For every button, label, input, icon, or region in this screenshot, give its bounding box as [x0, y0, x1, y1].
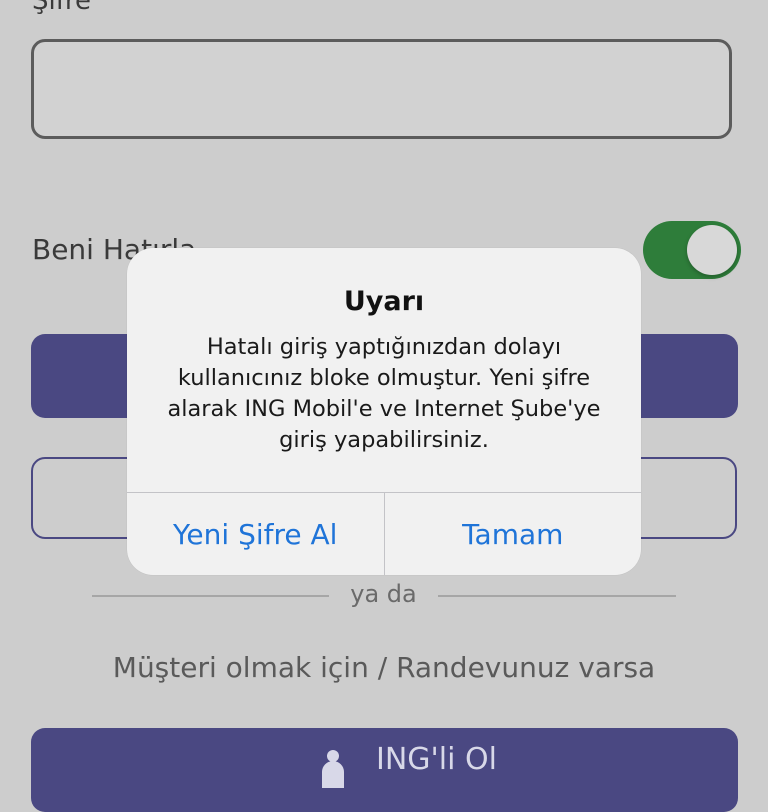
person-icon	[322, 750, 344, 788]
divider-text: ya da	[350, 580, 417, 608]
alert-dialog: Uyarı Hatalı giriş yaptığınızdan dolayı …	[127, 248, 641, 575]
alert-button-bar: Yeni Şifre Al Tamam	[127, 492, 641, 575]
toggle-knob	[687, 225, 737, 275]
alert-title: Uyarı	[343, 286, 425, 317]
alert-message: Hatalı giriş yaptığınızdan dolayı kullan…	[167, 334, 601, 453]
join-ing-button[interactable]: ING'li Ol	[31, 728, 738, 812]
password-label: Şifre	[32, 0, 91, 16]
join-ing-label: ING'li Ol	[376, 742, 497, 777]
password-input[interactable]	[31, 39, 732, 139]
become-customer-text[interactable]: Müşteri olmak için / Randevunuz varsa	[0, 651, 768, 684]
divider-line-right	[438, 595, 676, 597]
divider-line-left	[92, 595, 329, 597]
new-password-button[interactable]: Yeni Şifre Al	[127, 493, 384, 575]
ok-button[interactable]: Tamam	[385, 493, 642, 575]
remember-me-toggle[interactable]	[643, 221, 741, 279]
